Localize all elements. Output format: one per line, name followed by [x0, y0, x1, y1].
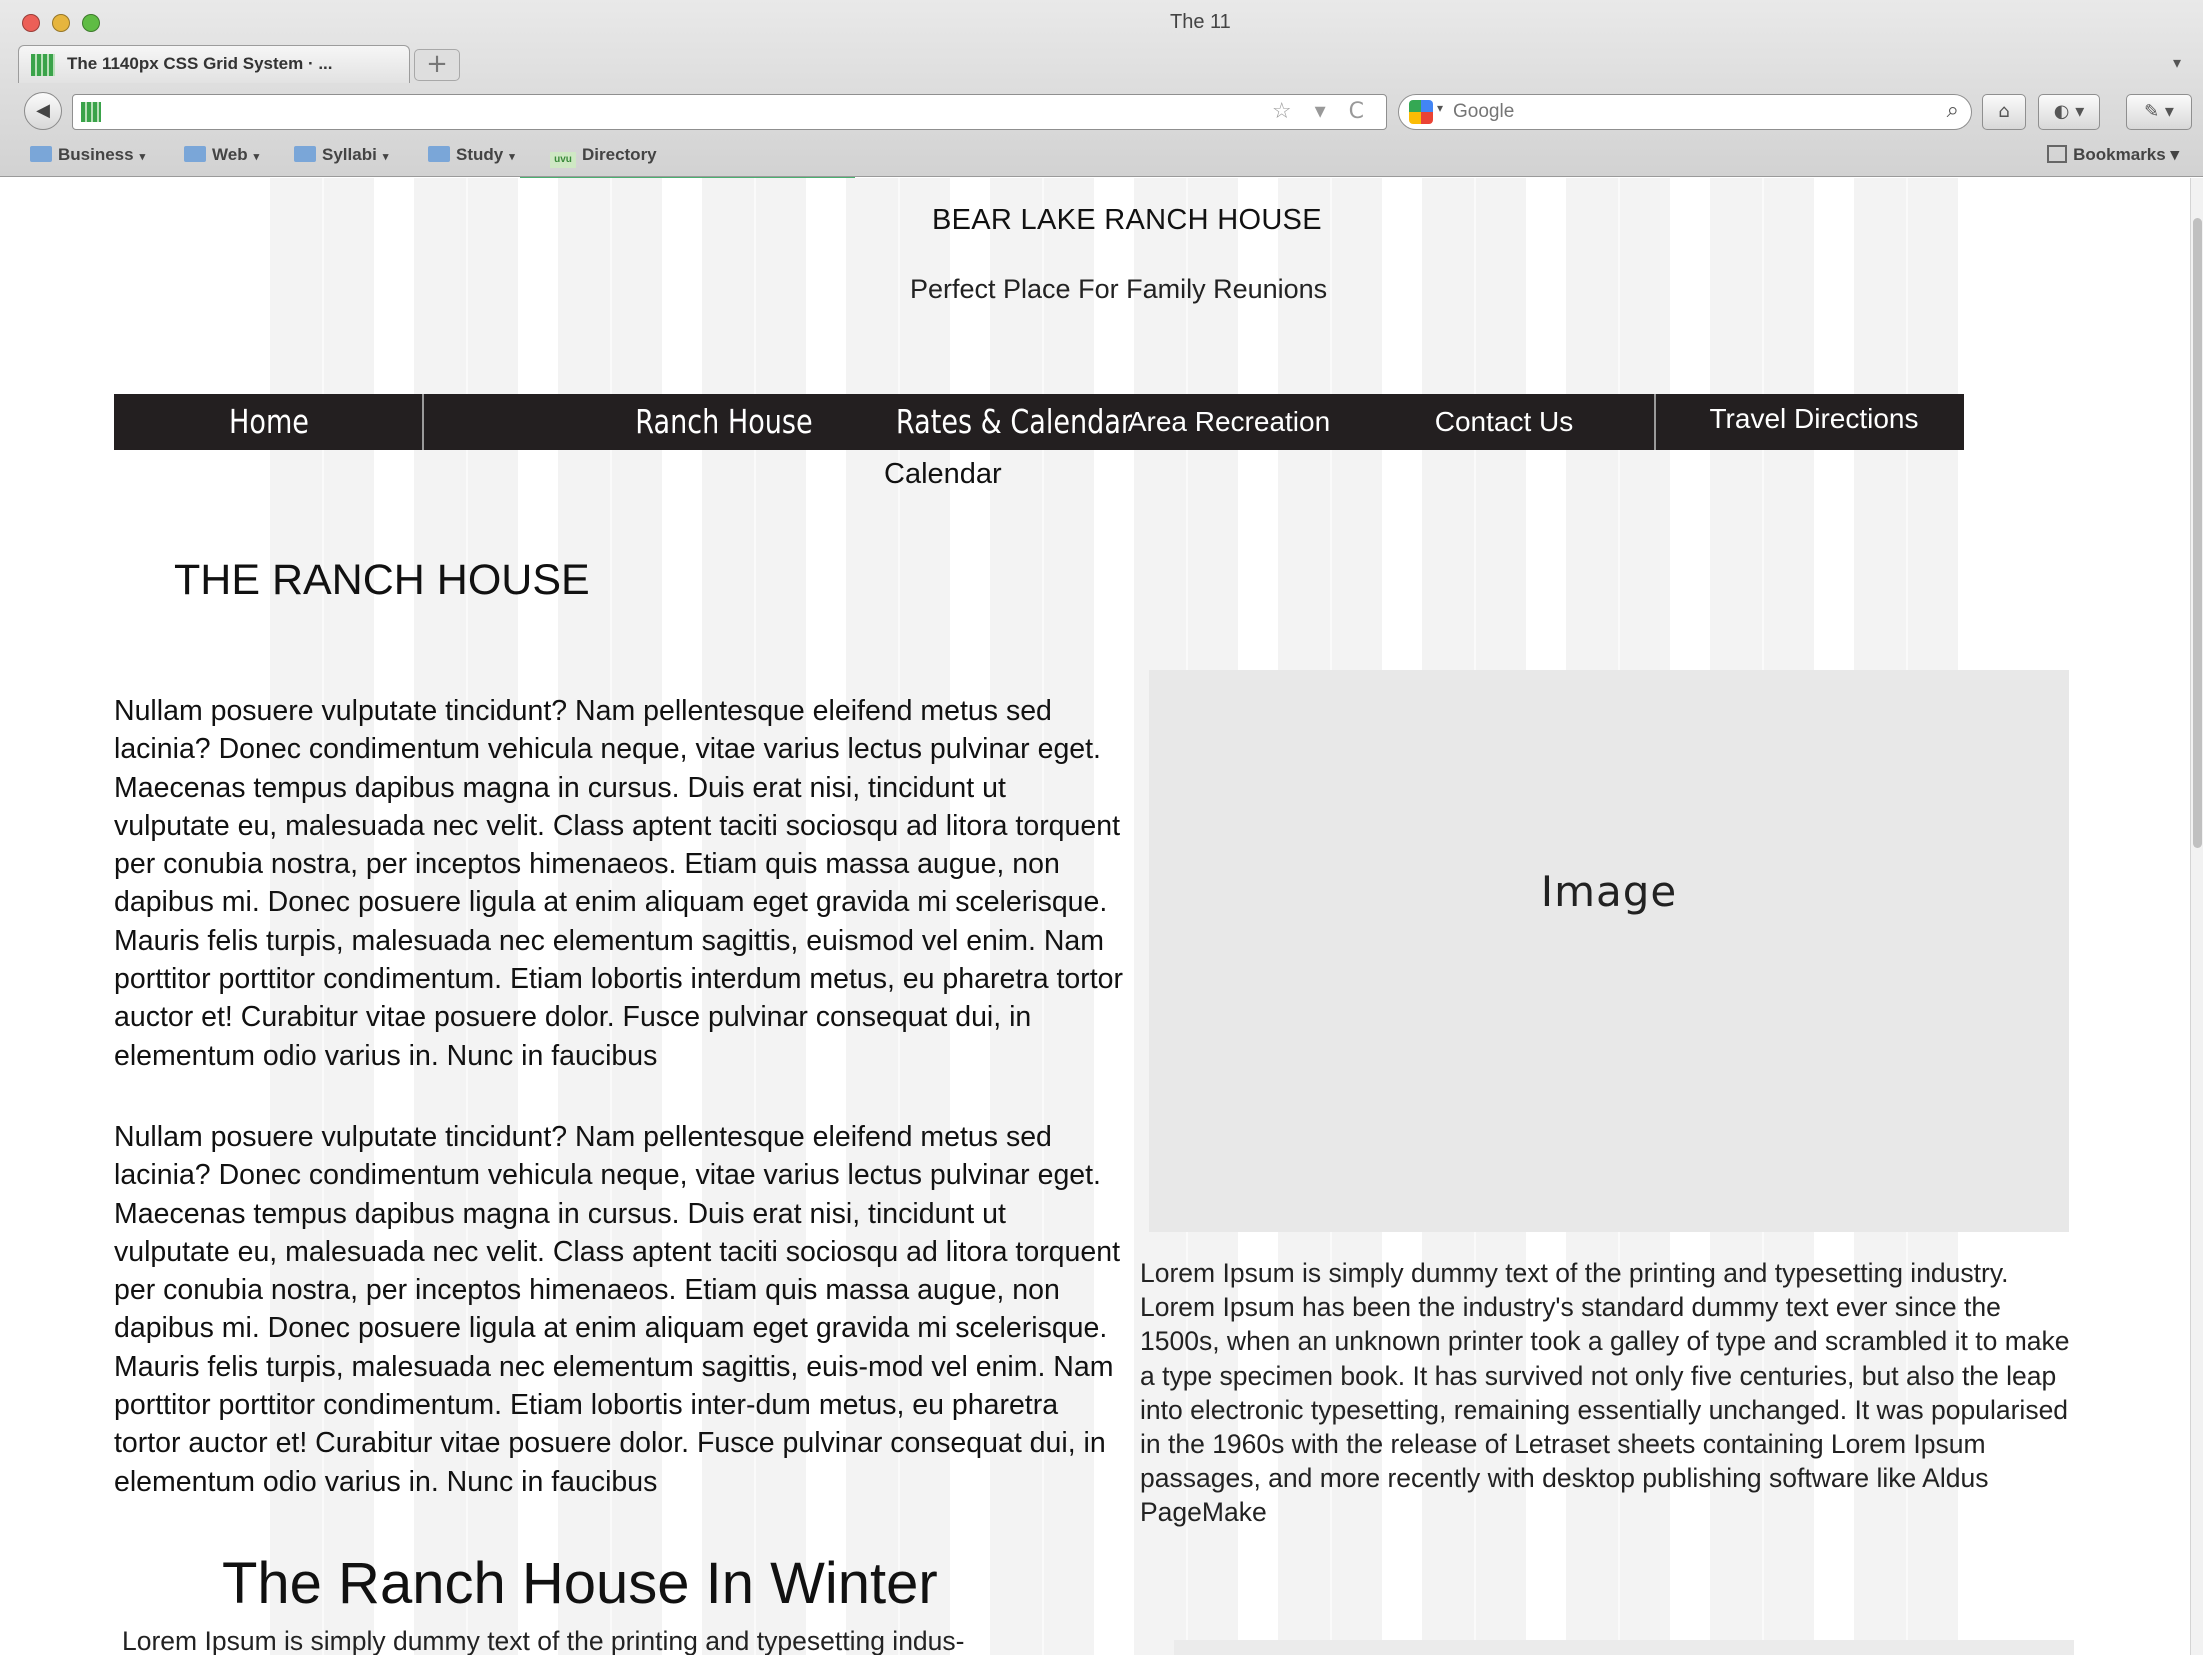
- window-title: The 11: [1170, 11, 1231, 33]
- back-button[interactable]: ◀: [24, 92, 62, 130]
- bookmark-folder-web[interactable]: Web ▾: [184, 145, 259, 165]
- bookmark-directory[interactable]: uvu Directory: [550, 145, 657, 168]
- grid-favicon-icon: [31, 54, 55, 76]
- navigation-toolbar: ◀ ☆ ▾ C ▾ ⌕ ⌂ ◐ ▾ ✎ ▾: [0, 86, 2203, 138]
- bookmark-label: Web: [212, 145, 248, 164]
- scrollbar-thumb[interactable]: [2193, 218, 2202, 848]
- site-tagline: Perfect Place For Family Reunions: [910, 274, 1328, 304]
- bookmark-folder-syllabi[interactable]: Syllabi ▾: [294, 145, 388, 165]
- section-heading: THE RANCH HOUSE: [174, 556, 590, 604]
- body-paragraph: Nullam posuere vulputate tincidunt? Nam …: [114, 695, 1124, 1072]
- extension-button[interactable]: ◐ ▾: [2038, 94, 2100, 130]
- new-tab-button[interactable]: +: [414, 49, 460, 81]
- chevron-down-icon: ▾: [253, 151, 260, 163]
- nav-item-area-recreation[interactable]: Area Recreation: [1114, 394, 1344, 450]
- browser-chrome: The 11 The 1140px CSS Grid System · ... …: [0, 0, 2203, 180]
- google-engine-icon[interactable]: [1409, 100, 1433, 124]
- search-input[interactable]: [1453, 99, 1913, 125]
- tab-list-chevron-icon[interactable]: ▾: [2173, 53, 2181, 72]
- bookmarks-toolbar: Business ▾ Web ▾ Syllabi ▾ Study ▾ uvu Direct…: [0, 140, 2203, 174]
- chevron-down-icon: ▾: [382, 151, 389, 163]
- folder-icon: [184, 146, 206, 162]
- site-title: BEAR LAKE RANCH HOUSE: [932, 204, 1322, 236]
- extension-button-2[interactable]: ✎ ▾: [2126, 94, 2192, 130]
- home-button[interactable]: ⌂: [1982, 94, 2026, 130]
- nav-item-travel-directions[interactable]: Travel Directions: [1669, 391, 1959, 447]
- uvu-favicon-icon: uvu: [550, 152, 576, 168]
- close-window-button[interactable]: [22, 14, 40, 32]
- image-caption: Lorem Ipsum is simply dummy text of the …: [1140, 1258, 2070, 1528]
- nav-divider: [422, 394, 424, 450]
- vertical-scrollbar[interactable]: [2190, 178, 2203, 1655]
- folder-icon: [428, 146, 450, 162]
- image-placeholder-2: [1174, 1640, 2074, 1655]
- tab-strip: The 1140px CSS Grid System · ... + ▾: [0, 45, 2203, 83]
- folder-icon: [294, 146, 316, 162]
- page-viewport: BEAR LAKE RANCH HOUSE Perfect Place For …: [12, 178, 2190, 1655]
- winter-heading: The Ranch House In Winter: [222, 1551, 938, 1616]
- browser-tab-active[interactable]: The 1140px CSS Grid System · ...: [18, 45, 410, 83]
- bookmark-label: Business: [58, 145, 134, 164]
- image-placeholder-label: Image: [1540, 866, 1678, 916]
- image-placeholder: Image: [1149, 670, 2069, 1232]
- nav-item-home[interactable]: Home: [142, 394, 396, 450]
- chevron-down-icon: ▾: [509, 151, 515, 163]
- bookmark-label: Study: [456, 145, 504, 164]
- zoom-window-button[interactable]: [82, 14, 100, 32]
- search-bar[interactable]: ▾ ⌕: [1398, 94, 1972, 130]
- submenu-item-calendar[interactable]: Calendar: [884, 458, 1002, 491]
- url-bar[interactable]: ☆ ▾ C: [72, 94, 1387, 130]
- bookmark-folder-study[interactable]: Study ▾: [428, 145, 515, 165]
- bookmark-folder-business[interactable]: Business ▾: [30, 145, 145, 165]
- site-favicon-icon: [81, 102, 101, 122]
- bookmarks-icon: [2047, 145, 2068, 163]
- window-titlebar: The 11: [0, 0, 2203, 45]
- magnifier-search-icon[interactable]: ⌕: [1947, 98, 1959, 123]
- bookmark-label: Syllabi: [322, 145, 377, 164]
- main-navigation: Home Ranch House Rates & Calendar Area R…: [114, 394, 1964, 450]
- url-bar-actions-icons[interactable]: ☆ ▾ C: [1272, 99, 1372, 124]
- chevron-down-icon: ▾: [139, 151, 146, 163]
- bookmarks-menu[interactable]: Bookmarks ▾: [2047, 145, 2179, 165]
- body-paragraph: Nullam posuere vulputate tincidunt? Nam …: [114, 1121, 1121, 1498]
- nav-item-contact-us[interactable]: Contact Us: [1404, 394, 1604, 450]
- tab-title: The 1140px CSS Grid System · ...: [67, 54, 333, 73]
- winter-paragraph: Lorem Ipsum is simply dummy text of the …: [122, 1626, 965, 1655]
- nav-divider: [1654, 394, 1656, 450]
- engine-chevron-down-icon[interactable]: ▾: [1437, 101, 1443, 115]
- bookmarks-menu-label: Bookmarks: [2073, 145, 2166, 164]
- folder-icon: [30, 146, 52, 162]
- minimize-window-button[interactable]: [52, 14, 70, 32]
- nav-item-ranch-house[interactable]: Ranch House: [585, 394, 864, 450]
- bookmark-label: Directory: [582, 145, 657, 164]
